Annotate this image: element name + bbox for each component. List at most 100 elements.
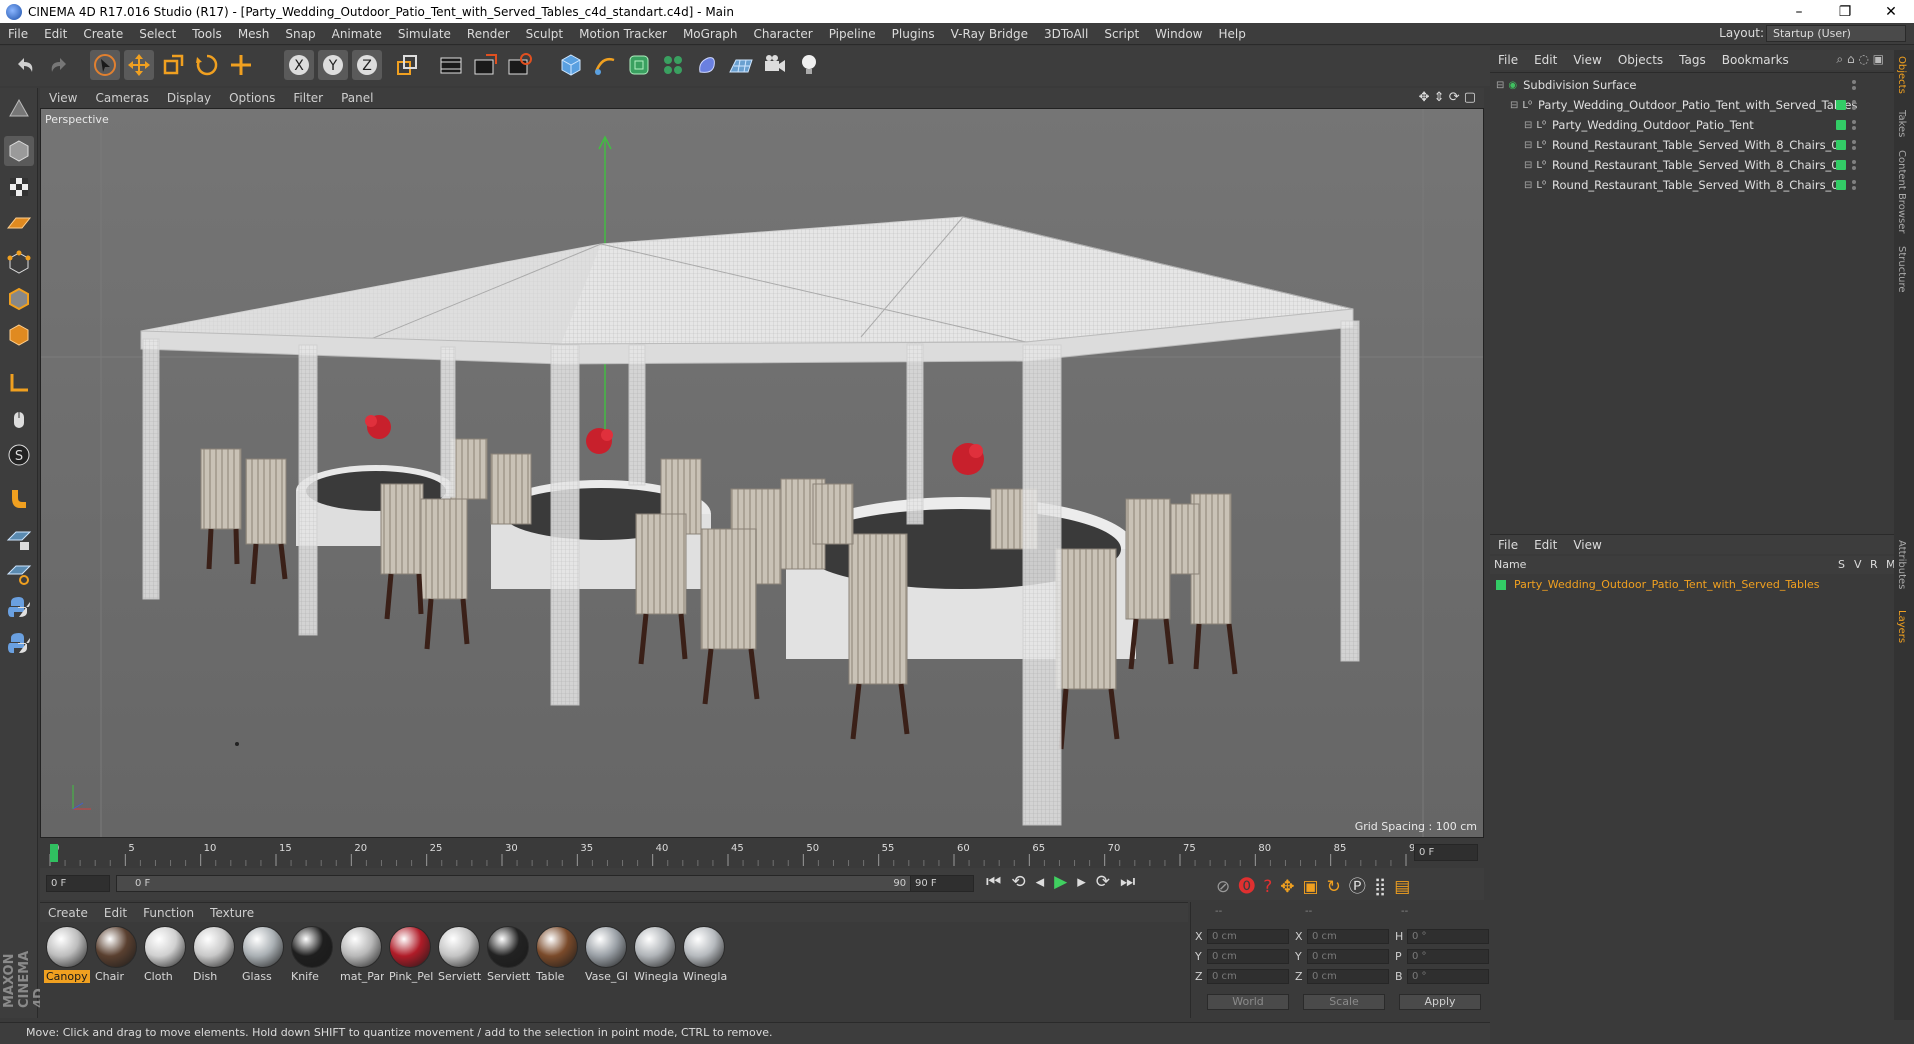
model-mode-icon[interactable] (4, 136, 34, 166)
material-swatch[interactable]: Canopy (44, 926, 90, 988)
axis-mode-icon[interactable] (4, 368, 34, 398)
visibility-dots-icon[interactable] (1852, 120, 1856, 130)
planar-workplane-icon[interactable] (4, 558, 34, 588)
key-scale-icon[interactable]: ▣ (1303, 877, 1327, 897)
z-axis-lock-icon[interactable]: Z (352, 50, 382, 80)
expand-toggle-icon[interactable]: ⊟ (1524, 180, 1532, 191)
expand-toggle-icon[interactable]: ⊟ (1496, 80, 1504, 91)
menu-simulate[interactable]: Simulate (390, 27, 459, 41)
objects-menu-bookmarks[interactable]: Bookmarks (1714, 53, 1797, 67)
current-frame-field[interactable]: 0 F (1414, 844, 1478, 861)
layer-tag-icon[interactable] (1836, 180, 1846, 190)
size-mode-select[interactable]: Scale (1303, 994, 1385, 1010)
viewport-menu-cameras[interactable]: Cameras (86, 91, 157, 105)
rotation-p-field[interactable]: 0 ° (1407, 948, 1489, 964)
polygons-mode-icon[interactable] (4, 320, 34, 350)
material-swatch[interactable]: Serviette (436, 926, 482, 988)
redo-icon[interactable] (44, 50, 74, 80)
objects-menu-view[interactable]: View (1565, 53, 1609, 67)
menu-sculpt[interactable]: Sculpt (518, 27, 571, 41)
layer-tag-icon[interactable] (1836, 120, 1846, 130)
go-to-end-icon[interactable]: ⏭ (1120, 872, 1145, 892)
record-active-icon[interactable]: ⊘ (1216, 877, 1238, 897)
key-param-icon[interactable]: Ⓟ (1349, 877, 1374, 897)
material-swatch[interactable]: Serviette (485, 926, 531, 988)
viewport-menu-filter[interactable]: Filter (284, 91, 332, 105)
menu-render[interactable]: Render (459, 27, 518, 41)
magnet-icon[interactable] (4, 482, 34, 512)
play-icon[interactable]: ▶ (1054, 872, 1077, 892)
expand-toggle-icon[interactable]: ⊟ (1510, 100, 1518, 111)
render-to-picture-viewer-icon[interactable] (470, 50, 500, 80)
coordinate-system-icon[interactable] (392, 50, 422, 80)
object-row[interactable]: ⊟ L⁰ Round_Restaurant_Table_Served_With_8_… (1490, 135, 1870, 155)
layer-tag-icon[interactable] (1836, 160, 1846, 170)
size-x-field[interactable]: 0 cm (1307, 928, 1389, 944)
next-key-icon[interactable]: ⟳ (1096, 872, 1120, 892)
expand-toggle-icon[interactable]: ⊟ (1524, 160, 1532, 171)
expand-toggle-icon[interactable]: ⊟ (1524, 120, 1532, 131)
material-swatch[interactable]: Dish (191, 926, 237, 988)
x-axis-lock-icon[interactable]: X (284, 50, 314, 80)
position-y-field[interactable]: 0 cm (1207, 948, 1289, 964)
menu-create[interactable]: Create (75, 27, 131, 41)
transform-tool-icon[interactable] (226, 50, 256, 80)
menu-character[interactable]: Character (745, 27, 820, 41)
menu-plugins[interactable]: Plugins (884, 27, 943, 41)
3d-viewport[interactable]: Perspective Grid Spacing : 100 cm (40, 108, 1484, 838)
visibility-dots-icon[interactable] (1852, 180, 1856, 190)
go-to-start-icon[interactable]: ⏮ (986, 872, 1011, 892)
size-y-field[interactable]: 0 cm (1307, 948, 1389, 964)
y-axis-lock-icon[interactable]: Y (318, 50, 348, 80)
edges-mode-icon[interactable] (4, 284, 34, 314)
size-z-field[interactable]: 0 cm (1307, 968, 1389, 984)
floor-environment-icon[interactable] (726, 50, 756, 80)
menu-select[interactable]: Select (131, 27, 184, 41)
material-menu-function[interactable]: Function (135, 906, 202, 920)
cube-primitive-icon[interactable] (556, 50, 586, 80)
start-frame-field[interactable]: 0 F (46, 875, 110, 892)
viewport-menu-display[interactable]: Display (158, 91, 220, 105)
next-frame-icon[interactable]: ▸ (1077, 872, 1096, 892)
snap-icon[interactable]: S (4, 440, 34, 470)
previous-key-icon[interactable]: ⟲ (1011, 872, 1035, 892)
keyframe-help-icon[interactable]: ? (1263, 877, 1280, 897)
tab-objects[interactable]: Objects (1896, 56, 1907, 94)
make-editable-icon[interactable] (4, 94, 34, 124)
material-swatch[interactable]: Chair (93, 926, 139, 988)
object-row[interactable]: ⊟ L⁰ Party_Wedding_Outdoor_Patio_Tent_with… (1490, 95, 1870, 115)
subdivision-surface-icon[interactable] (624, 50, 654, 80)
rotation-b-field[interactable]: 0 ° (1407, 968, 1489, 984)
playhead[interactable] (50, 844, 58, 862)
close-button[interactable]: ✕ (1868, 0, 1914, 23)
key-rotation-icon[interactable]: ↻ (1327, 877, 1349, 897)
select-tool-icon[interactable] (90, 50, 120, 80)
material-swatch[interactable]: mat_Par (338, 926, 384, 988)
objects-menu-file[interactable]: File (1490, 53, 1526, 67)
layers-menu-edit[interactable]: Edit (1526, 538, 1565, 552)
menu-window[interactable]: Window (1147, 27, 1210, 41)
viewport-menu-view[interactable]: View (40, 91, 86, 105)
material-swatch[interactable]: Pink_Pel (387, 926, 433, 988)
objects-menu-objects[interactable]: Objects (1610, 53, 1671, 67)
restore-button[interactable]: ❐ (1822, 0, 1868, 23)
mograph-cloner-icon[interactable] (658, 50, 688, 80)
material-swatch[interactable]: Knife (289, 926, 335, 988)
visibility-dots-icon[interactable] (1852, 160, 1856, 170)
autokey-icon[interactable]: ⓿ (1238, 877, 1263, 897)
rotate-tool-icon[interactable] (192, 50, 222, 80)
end-frame-field[interactable]: 90 F (910, 875, 974, 892)
key-pla-icon[interactable]: ⣿ (1374, 877, 1394, 897)
layer-tag-icon[interactable] (1836, 140, 1846, 150)
menu-animate[interactable]: Animate (324, 27, 390, 41)
minimize-button[interactable]: – (1776, 0, 1822, 23)
rotation-h-field[interactable]: 0 ° (1407, 928, 1489, 944)
tab-structure[interactable]: Structure (1896, 246, 1907, 293)
position-z-field[interactable]: 0 cm (1207, 968, 1289, 984)
object-row[interactable]: ⊟ L⁰ Round_Restaurant_Table_Served_With_8_… (1490, 175, 1870, 195)
render-settings-icon[interactable] (504, 50, 534, 80)
tab-layers[interactable]: Layers (1896, 610, 1907, 643)
viewport-menu-panel[interactable]: Panel (332, 91, 382, 105)
tab-attributes[interactable]: Attributes (1896, 540, 1907, 589)
layer-tag-icon[interactable] (1836, 100, 1846, 110)
